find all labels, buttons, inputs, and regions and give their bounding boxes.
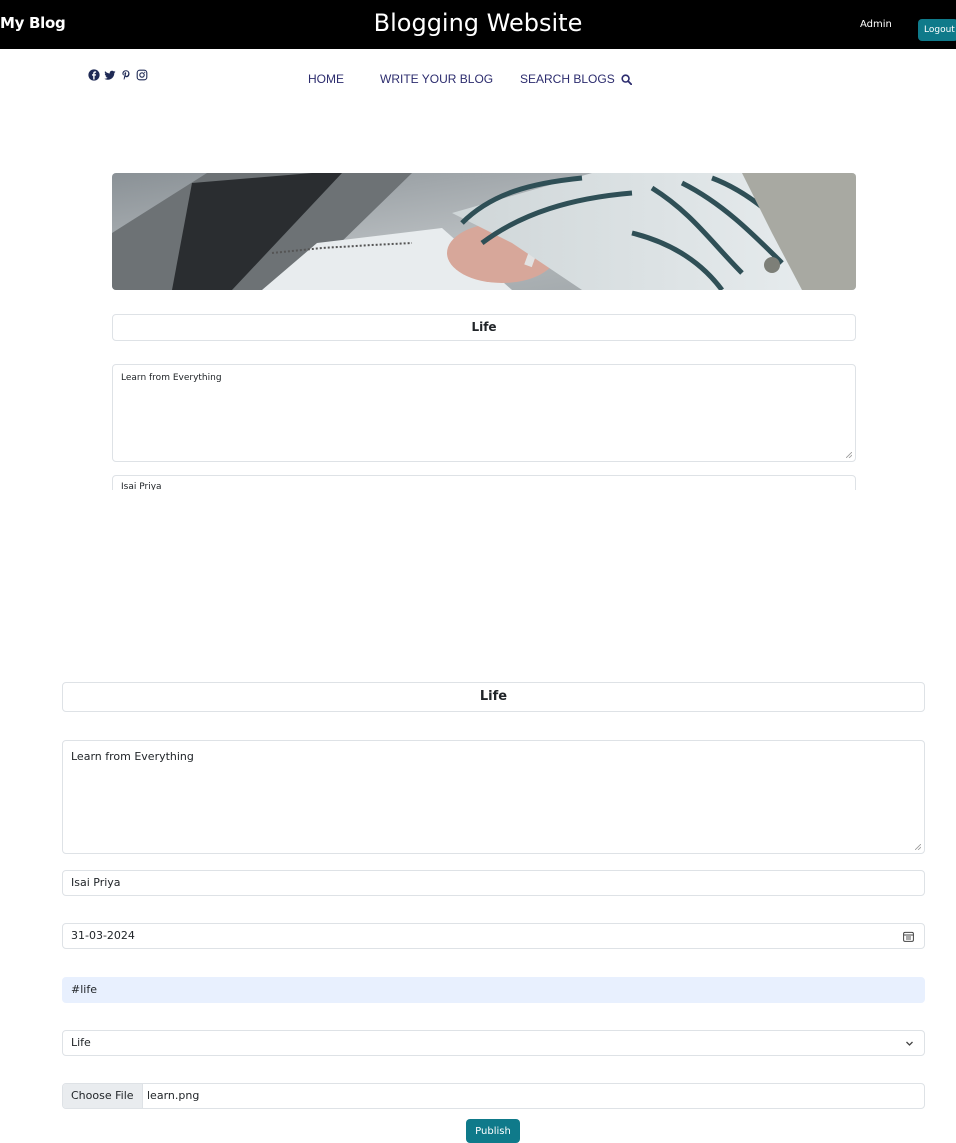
preview-content-field[interactable]: Learn from Everything (112, 364, 856, 462)
date-value: 31-03-2024 (71, 929, 135, 942)
resize-grip-icon[interactable] (915, 844, 921, 850)
choose-file-button[interactable]: Choose File (63, 1084, 143, 1108)
search-icon (621, 73, 632, 85)
nav-search-label: SEARCH BLOGS (520, 72, 615, 86)
site-title: Blogging Website (373, 9, 583, 37)
file-name: learn.png (147, 1089, 200, 1102)
cover-photo (112, 173, 856, 290)
category-select[interactable]: Life (62, 1030, 925, 1056)
tags-field[interactable]: #life (62, 977, 925, 1003)
blog-cover-image (112, 173, 856, 290)
blog-content-field[interactable]: Learn from Everything (62, 740, 925, 854)
nav-write-blog[interactable]: WRITE YOUR BLOG (380, 72, 493, 86)
username-label: Admin (860, 19, 892, 30)
nav-home[interactable]: HOME (308, 72, 344, 86)
facebook-icon[interactable] (88, 69, 100, 81)
preview-content-text: Learn from Everything (121, 373, 222, 383)
top-header: My Blog Blogging Website Admin Logout (0, 0, 956, 49)
file-upload-field[interactable]: Choose File learn.png (62, 1083, 925, 1109)
category-value: Life (71, 1036, 91, 1049)
blog-title-field[interactable]: Life (62, 682, 925, 712)
blog-cover-image-strip (62, 648, 925, 655)
resize-grip-icon[interactable] (846, 452, 852, 458)
chevron-down-icon (906, 1041, 913, 1046)
instagram-icon[interactable] (136, 69, 148, 81)
twitter-icon[interactable] (104, 69, 116, 81)
logout-button[interactable]: Logout (918, 19, 956, 41)
preview-author-clip: Isai Priya (112, 475, 856, 490)
pinterest-icon[interactable] (120, 69, 132, 81)
preview-title-field[interactable]: Life (112, 314, 856, 341)
social-links (88, 69, 148, 81)
preview-author-field[interactable]: Isai Priya (112, 475, 856, 490)
nav-search-blogs[interactable]: SEARCH BLOGS (520, 72, 632, 86)
date-field[interactable]: 31-03-2024 (62, 923, 925, 949)
blog-content-text: Learn from Everything (71, 750, 194, 763)
publish-button[interactable]: Publish (466, 1119, 520, 1143)
author-field[interactable]: Isai Priya (62, 870, 925, 896)
calendar-icon[interactable] (903, 931, 914, 942)
